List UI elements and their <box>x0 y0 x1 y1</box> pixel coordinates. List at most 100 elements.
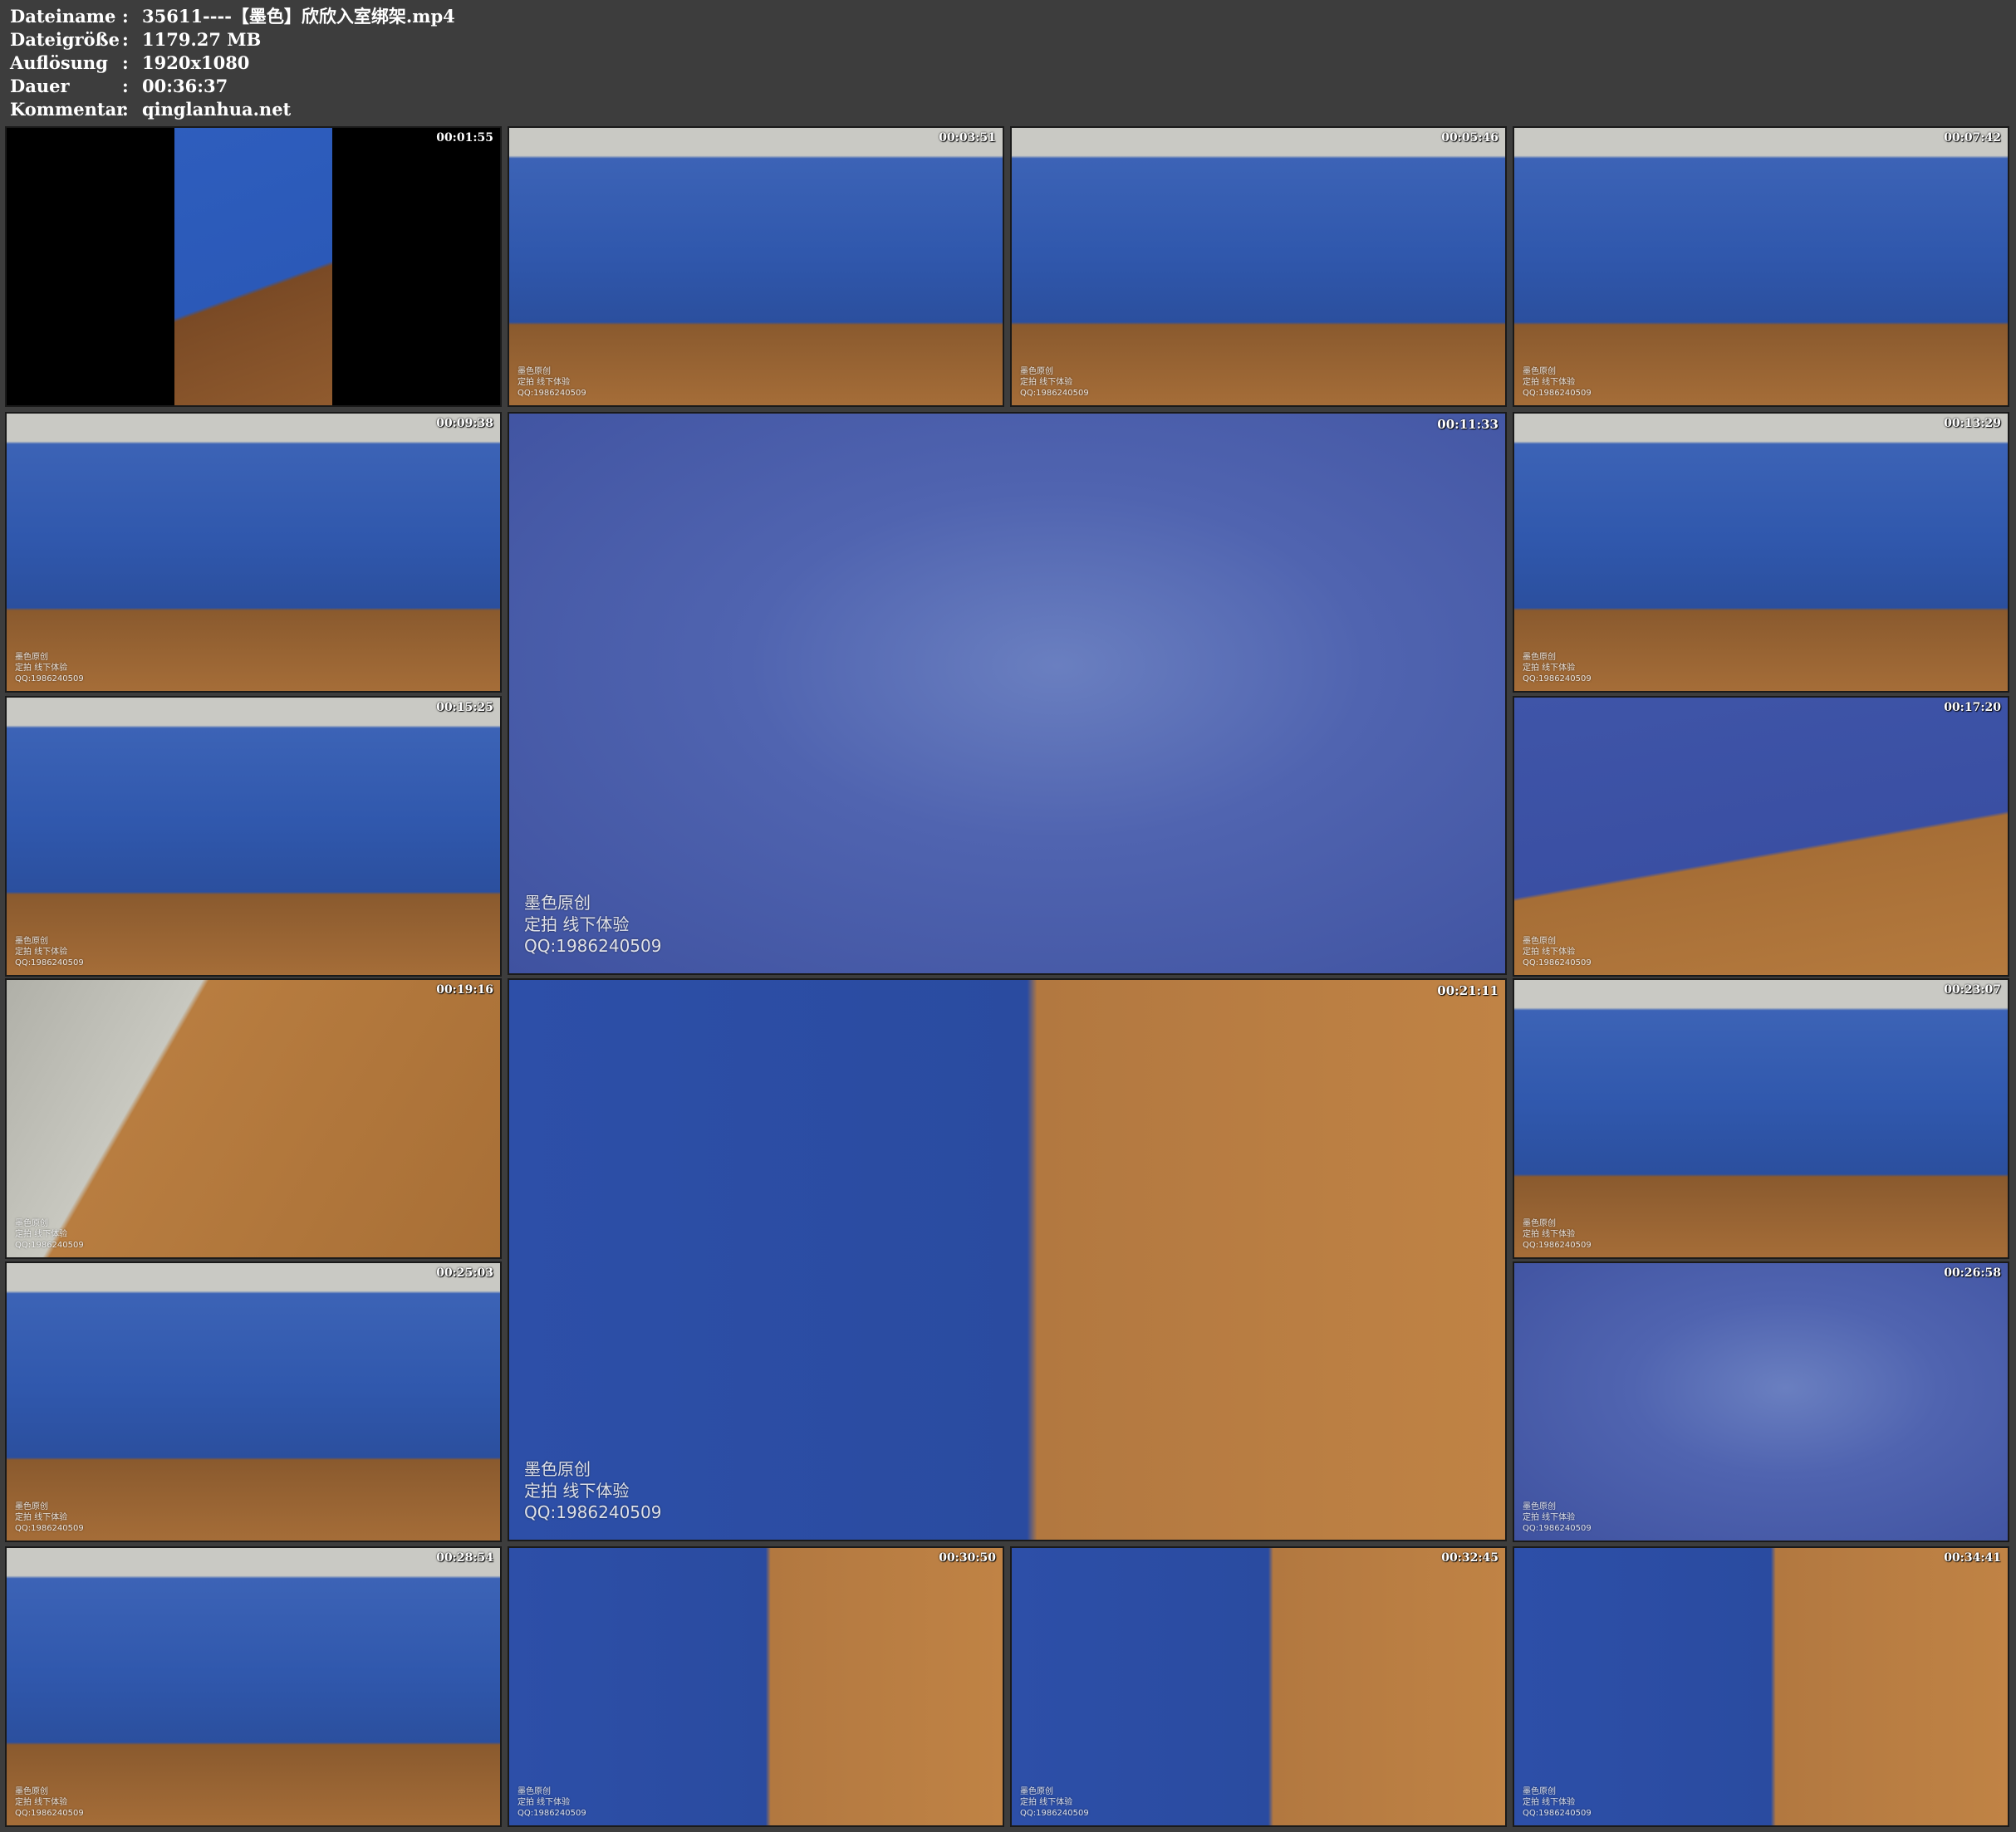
frame-timestamp: 00:25:03 <box>436 1266 493 1280</box>
frame-timestamp: 00:17:20 <box>1944 701 2001 714</box>
frame-image <box>509 414 1505 973</box>
frame-watermark: 墨色原创 定拍 线下体验 QQ:1986240509 <box>1523 652 1592 684</box>
watermark-line: 定拍 线下体验 <box>15 1230 68 1239</box>
watermark-line: QQ:1986240509 <box>1020 389 1089 398</box>
watermark-line: 定拍 线下体验 <box>15 1513 68 1522</box>
frame-image <box>7 414 500 691</box>
watermark-line: 定拍 线下体验 <box>15 948 68 957</box>
frame-watermark: 墨色原创定拍 线下体验 QQ:1986240509 <box>1020 366 1089 399</box>
watermark-line: 墨色原创 <box>15 653 48 662</box>
watermark-line: 定拍 线下体验 <box>15 664 68 673</box>
video-thumbnail: 00:28:54 墨色原创 定拍 线下体验 QQ:1986240509 <box>5 1546 502 1827</box>
frame-timestamp: 00:01:55 <box>436 131 493 145</box>
frame-image <box>7 698 500 975</box>
frame-watermark: 墨色原创 定拍 线下体验 QQ:1986240509 <box>517 1786 586 1819</box>
video-thumbnail: 00:05:46 墨色原创定拍 线下体验 QQ:1986240509 <box>1010 126 1507 407</box>
frame-watermark: 墨色原创 定拍 线下体验 QQ:1986240509 <box>1020 1786 1089 1819</box>
watermark-line: 定拍 线下体验 <box>15 1798 68 1807</box>
video-thumbnail: 00:09:38 墨色原创定拍 线下体验 QQ:1986240509 <box>5 412 502 693</box>
frame-watermark: 墨色原创定拍 线下体验 QQ:1986240509 <box>15 1786 84 1819</box>
video-thumbnail: 00:23:07 墨色原创 定拍 线下体验 QQ:1986240509 <box>1513 978 2009 1259</box>
watermark-line: 定拍 线下体验 <box>1523 948 1576 957</box>
info-label: Kommentar <box>10 99 126 120</box>
video-thumbnail: 00:30:50 墨色原创 定拍 线下体验 QQ:1986240509 <box>508 1546 1004 1827</box>
frame-image <box>1514 1263 2008 1541</box>
frame-timestamp: 00:03:51 <box>939 131 996 145</box>
frame-image <box>1012 1548 1505 1825</box>
info-row-filesize: Dateigröße : 1179.27 MB <box>10 28 455 51</box>
frame-timestamp: 00:11:33 <box>1437 417 1499 432</box>
frame-watermark: 墨色原创定拍 线下体验 QQ:1986240509 <box>15 1501 84 1534</box>
watermark-line: QQ:1986240509 <box>517 389 586 398</box>
watermark-line: QQ:1986240509 <box>1523 1524 1592 1533</box>
info-value: qinglanhua.net <box>142 99 292 120</box>
frame-timestamp: 00:13:29 <box>1944 417 2001 430</box>
frame-image <box>7 128 500 405</box>
frame-timestamp: 00:15:25 <box>436 701 493 714</box>
video-thumbnail: 00:17:20 墨色原创 定拍 线下体验 QQ:1986240509 <box>1513 696 2009 977</box>
watermark-line: 定拍 线下体验 <box>1523 378 1576 387</box>
video-thumbnail: 00:01:55 <box>5 126 502 407</box>
watermark-line: QQ:1986240509 <box>517 1809 586 1818</box>
frame-image <box>1514 414 2008 691</box>
frame-image <box>7 1263 500 1541</box>
frame-image <box>509 980 1505 1540</box>
frame-image <box>1012 128 1505 405</box>
frame-timestamp: 00:26:58 <box>1944 1266 2001 1280</box>
video-thumbnail: 00:32:45 墨色原创 定拍 线下体验 QQ:1986240509 <box>1010 1546 1507 1827</box>
watermark-line: QQ:1986240509 <box>1523 1241 1592 1250</box>
watermark-line: 定拍 线下体验 <box>1523 1513 1576 1522</box>
watermark-line: 墨色原创 <box>1523 1787 1556 1796</box>
watermark-line: 墨色原创 <box>524 1459 591 1479</box>
frame-watermark: 墨色原创 定拍 线下体验 QQ:1986240509 <box>517 366 586 399</box>
watermark-line: QQ:1986240509 <box>1523 958 1592 967</box>
watermark-line: QQ:1986240509 <box>15 958 84 967</box>
video-thumbnail: 00:19:16 墨色原创 定拍 线下体验 QQ:1986240509 <box>5 978 502 1259</box>
info-separator: : <box>122 76 129 96</box>
watermark-line: 定拍 线下体验 <box>1020 1798 1073 1807</box>
info-separator: : <box>122 99 129 120</box>
frame-timestamp: 00:09:38 <box>436 417 493 430</box>
frame-watermark: 墨色原创 定拍 线下体验 QQ:1986240509 <box>524 892 661 957</box>
watermark-line: 墨色原创 <box>1523 653 1556 662</box>
frame-watermark: 墨色原创 定拍 线下体验 QQ:1986240509 <box>1523 936 1592 968</box>
watermark-line: 定拍 线下体验 <box>1020 378 1073 387</box>
info-value: 1179.27 MB <box>142 29 262 50</box>
watermark-line: 墨色原创 <box>15 1502 48 1511</box>
frame-timestamp: 00:05:46 <box>1441 131 1499 145</box>
info-separator: : <box>122 52 129 73</box>
watermark-line: QQ:1986240509 <box>1020 1809 1089 1818</box>
frame-timestamp: 00:32:45 <box>1441 1551 1499 1565</box>
watermark-line: QQ:1986240509 <box>15 1524 84 1533</box>
video-thumbnail: 00:26:58 墨色原创 定拍 线下体验 QQ:1986240509 <box>1513 1261 2009 1542</box>
video-thumbnail: 00:21:11 墨色原创 定拍 线下体验 QQ:1986240509 <box>508 978 1507 1541</box>
frame-watermark: 墨色原创定拍 线下体验 QQ:1986240509 <box>15 936 84 968</box>
info-row-filename: Dateiname : 35611----【墨色】欣欣入室绑架.mp4 <box>10 5 455 28</box>
frame-timestamp: 00:19:16 <box>436 983 493 997</box>
video-thumbnail: 00:25:03 墨色原创定拍 线下体验 QQ:1986240509 <box>5 1261 502 1542</box>
frame-watermark: 墨色原创 定拍 线下体验 QQ:1986240509 <box>524 1458 661 1523</box>
file-info-panel: Dateiname : 35611----【墨色】欣欣入室绑架.mp4 Date… <box>10 5 455 121</box>
watermark-line: QQ:1986240509 <box>15 674 84 683</box>
watermark-line: 墨色原创 <box>15 1787 48 1796</box>
frame-watermark: 墨色原创 定拍 线下体验 QQ:1986240509 <box>1523 1218 1592 1251</box>
frame-image <box>1514 1548 2008 1825</box>
watermark-line: QQ:1986240509 <box>15 1809 84 1818</box>
info-row-duration: Dauer : 00:36:37 <box>10 75 455 98</box>
frame-image <box>1514 128 2008 405</box>
watermark-line: 定拍 线下体验 <box>517 1798 571 1807</box>
watermark-line: 墨色原创 <box>1020 367 1053 376</box>
info-row-resolution: Auflösung : 1920x1080 <box>10 51 455 75</box>
frame-watermark: 墨色原创 定拍 线下体验 QQ:1986240509 <box>1523 1786 1592 1819</box>
watermark-line: 墨色原创 <box>15 937 48 946</box>
frame-image <box>7 1548 500 1825</box>
frame-image <box>509 1548 1003 1825</box>
watermark-line: QQ:1986240509 <box>524 1502 662 1522</box>
watermark-line: 墨色原创 <box>524 893 591 913</box>
watermark-line: 定拍 线下体验 <box>524 914 630 934</box>
info-value: 00:36:37 <box>142 76 228 96</box>
frame-watermark: 墨色原创 定拍 线下体验 QQ:1986240509 <box>1523 1501 1592 1534</box>
frame-timestamp: 00:21:11 <box>1437 983 1499 998</box>
watermark-line: 定拍 线下体验 <box>517 378 571 387</box>
watermark-line: QQ:1986240509 <box>1523 674 1592 683</box>
